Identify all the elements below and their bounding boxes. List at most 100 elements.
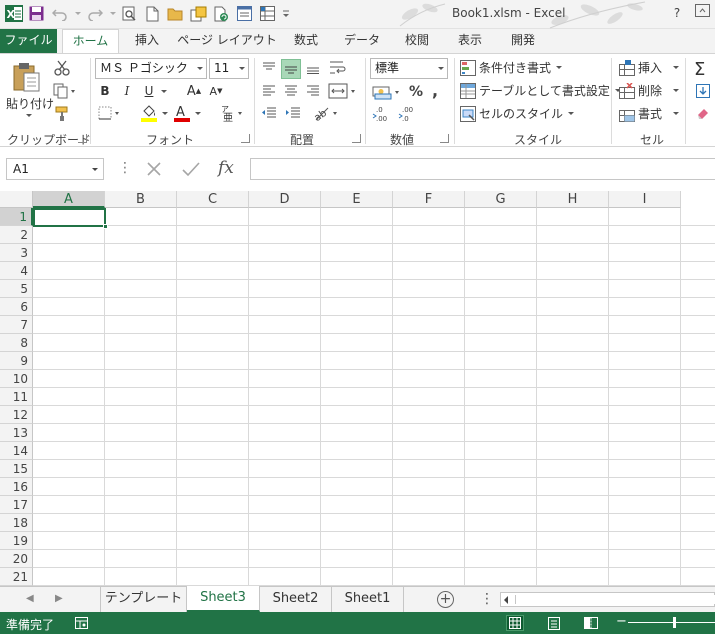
formula-bar-grip-icon[interactable]: ⋮ [118, 160, 132, 176]
tab-formulas[interactable]: 数式 [285, 29, 327, 53]
column-header-i[interactable]: I [609, 191, 681, 208]
row-header-1[interactable]: 1 [0, 208, 33, 226]
font-name-dropdown[interactable]: ＭＳ Ｐゴシック [95, 58, 207, 79]
row-header-9[interactable]: 9 [0, 352, 33, 370]
row-header-14[interactable]: 14 [0, 442, 33, 460]
increase-indent-icon[interactable] [283, 104, 303, 122]
font-launcher-icon[interactable] [241, 134, 250, 143]
row-header-7[interactable]: 7 [0, 316, 33, 334]
help-button[interactable]: ? [668, 4, 686, 22]
orientation-icon[interactable]: ab [312, 103, 342, 123]
comma-button[interactable]: , [428, 80, 442, 100]
tab-home[interactable]: ホーム [62, 29, 119, 54]
row-header-20[interactable]: 20 [0, 550, 33, 568]
name-box[interactable]: A1 [6, 158, 104, 180]
tab-developer[interactable]: 開発 [502, 29, 544, 53]
align-bottom-icon[interactable] [303, 59, 323, 77]
row-header-2[interactable]: 2 [0, 226, 33, 244]
row-header-3[interactable]: 3 [0, 244, 33, 262]
sheet-scroll-left-icon[interactable]: ◀ [26, 593, 34, 604]
undo-dropdown-icon[interactable] [73, 4, 81, 23]
paste-dropdown-icon[interactable] [23, 111, 33, 119]
zoom-slider-thumb[interactable] [673, 617, 676, 628]
column-header-c[interactable]: C [177, 191, 249, 208]
print-preview-icon[interactable] [120, 4, 139, 23]
column-header-e[interactable]: E [321, 191, 393, 208]
percent-button[interactable]: % [407, 82, 425, 102]
format-cells-button[interactable]: 書式 [619, 105, 680, 122]
row-header-15[interactable]: 15 [0, 460, 33, 478]
redo-icon[interactable] [85, 4, 104, 23]
normal-view-icon[interactable] [506, 615, 524, 631]
scrollbar-thumb[interactable] [515, 595, 715, 604]
row-header-21[interactable]: 21 [0, 568, 33, 586]
align-right-icon[interactable] [303, 82, 323, 100]
row-header-11[interactable]: 11 [0, 388, 33, 406]
borders-icon[interactable] [97, 104, 123, 122]
refresh-file-icon[interactable] [212, 4, 231, 23]
save-icon[interactable] [27, 4, 46, 23]
number-format-dropdown[interactable]: 標準 [370, 58, 448, 79]
select-all-corner[interactable] [0, 191, 33, 208]
insert-function-button[interactable]: fx [218, 158, 234, 178]
cancel-icon[interactable] [146, 161, 162, 177]
horizontal-scrollbar[interactable] [500, 592, 715, 607]
fill-color-dropdown-icon[interactable] [160, 109, 168, 117]
column-header-a[interactable]: A [33, 191, 105, 208]
underline-button[interactable]: U [141, 82, 157, 100]
formula-input[interactable] [250, 158, 715, 180]
shrink-font-button[interactable]: A ▼ [208, 82, 224, 100]
ribbon-display-options-icon[interactable] [695, 4, 713, 22]
currency-icon[interactable] [371, 82, 403, 102]
worksheet-grid[interactable]: A B C D E F G H I 1 2 3 4 5 6 7 8 9 10 11 12 13 14 15 16 17 18 19 20… [0, 191, 715, 586]
row-header-17[interactable]: 17 [0, 496, 33, 514]
customize-qat-icon[interactable] [281, 4, 291, 23]
sheet-tab-template[interactable]: テンプレート [100, 587, 187, 612]
underline-dropdown-icon[interactable] [159, 87, 167, 95]
zoom-slider[interactable] [628, 622, 715, 623]
format-as-table-button[interactable]: テーブルとして書式設定 [460, 82, 621, 99]
undo-icon[interactable] [50, 4, 69, 23]
macro-recording-icon[interactable] [75, 617, 88, 629]
row-header-18[interactable]: 18 [0, 514, 33, 532]
row-header-12[interactable]: 12 [0, 406, 33, 424]
zoom-out-button[interactable]: − [616, 614, 627, 629]
align-center-icon[interactable] [281, 82, 301, 100]
column-header-b[interactable]: B [105, 191, 177, 208]
row-header-5[interactable]: 5 [0, 280, 33, 298]
form-icon[interactable] [235, 4, 254, 23]
insert-cells-button[interactable]: 挿入 [619, 59, 680, 76]
tab-split-grip-icon[interactable]: ⋮ [480, 591, 494, 607]
fill-down-icon[interactable] [694, 82, 712, 100]
paste-button[interactable]: 貼り付け [6, 95, 54, 112]
align-middle-icon[interactable] [281, 59, 301, 79]
increase-decimal-icon[interactable]: .0.00 [371, 104, 393, 124]
conditional-formatting-button[interactable]: 条件付き書式 [460, 59, 563, 76]
tab-view[interactable]: 表示 [449, 29, 491, 53]
font-size-dropdown[interactable]: 11 [209, 58, 249, 79]
tab-file[interactable]: ファイル [0, 29, 57, 53]
new-file-icon[interactable] [143, 4, 162, 23]
merge-center-icon[interactable] [327, 81, 359, 101]
excel-logo-icon[interactable]: X [4, 4, 23, 23]
decrease-decimal-icon[interactable]: .00.0 [397, 104, 419, 124]
cell-styles-button[interactable]: セルのスタイル [460, 105, 575, 122]
font-color-dropdown-icon[interactable] [193, 109, 201, 117]
page-layout-view-icon[interactable] [545, 615, 563, 631]
clear-eraser-icon[interactable] [694, 104, 712, 122]
format-painter-icon[interactable] [52, 104, 72, 124]
redo-dropdown-icon[interactable] [108, 4, 116, 23]
wrap-text-icon[interactable] [327, 58, 349, 78]
align-left-icon[interactable] [259, 82, 279, 100]
row-header-13[interactable]: 13 [0, 424, 33, 442]
bold-button[interactable]: B [97, 82, 113, 100]
active-cell[interactable] [33, 208, 106, 227]
align-top-icon[interactable] [259, 59, 279, 77]
fill-handle[interactable] [103, 224, 108, 229]
tab-insert[interactable]: 挿入 [126, 29, 168, 53]
sheet-tab-sheet2[interactable]: Sheet2 [260, 587, 332, 612]
cut-icon[interactable] [52, 58, 72, 78]
alignment-launcher-icon[interactable] [352, 134, 361, 143]
row-header-19[interactable]: 19 [0, 532, 33, 550]
tab-data[interactable]: データ [338, 29, 386, 53]
